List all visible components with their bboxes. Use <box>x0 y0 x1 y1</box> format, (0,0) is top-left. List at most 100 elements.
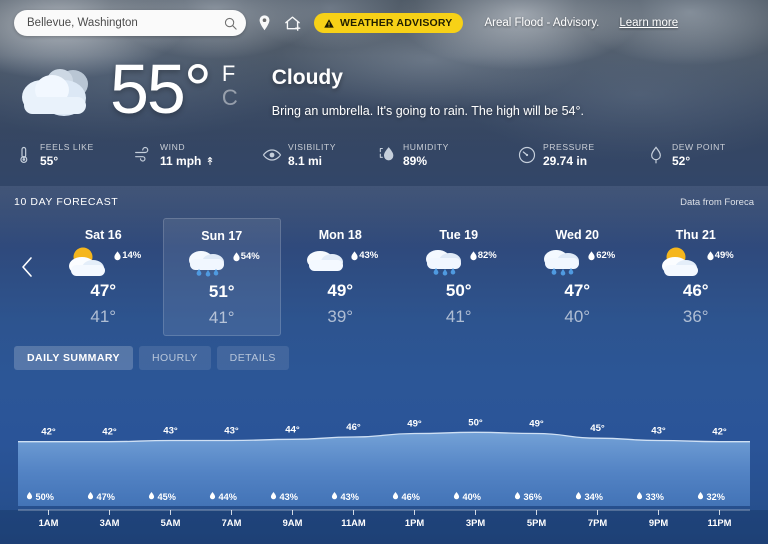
forecast-low: 36° <box>682 307 709 326</box>
hourly-temperature-label: 43° <box>224 426 239 437</box>
hourly-temperature-label: 43° <box>651 426 666 437</box>
condition-title: Cloudy <box>271 66 343 89</box>
hourly-temperature-label: 49° <box>407 419 422 430</box>
forecast-day-label: Thu 21 <box>675 228 716 242</box>
metric-value: 29.74 in <box>543 154 595 168</box>
forecast-low: 40° <box>564 307 591 326</box>
location-pin-icon[interactable] <box>255 12 274 34</box>
metric-value-text: 29.74 in <box>543 154 588 168</box>
search-input[interactable]: Bellevue, Washington <box>27 17 223 29</box>
tab-details[interactable]: DETAILS <box>216 346 289 370</box>
thermometer-icon <box>20 146 28 163</box>
hourly-chart-svg[interactable]: 42° 50% 1AM 42° 47% 3AM 43° 45% 5AM 43° 44% 7AM 44° 4… <box>0 382 768 544</box>
weather-app: Bellevue, Washington WEATHER ADVISORY Ar… <box>0 0 768 544</box>
forecast-precip-value: 43% <box>359 250 379 261</box>
hourly-time-label: 1PM <box>405 517 424 528</box>
advisory-learn-more-link[interactable]: Learn more <box>619 17 678 29</box>
hourly-time-label: 11PM <box>708 517 732 528</box>
rain-cloud-icon <box>188 251 224 277</box>
metric-label: HUMIDITY <box>403 142 449 152</box>
forecast-card-sat-16[interactable]: Sat 16 14% 47° 41° <box>44 218 163 336</box>
chevron-left-icon[interactable] <box>20 255 36 279</box>
hourly-temperature-label: 45° <box>590 423 605 434</box>
wind-icon <box>135 146 149 162</box>
hourly-precip-label: 50% <box>36 492 54 502</box>
hourly-temperature-label: 42° <box>41 427 56 438</box>
forecast-high: 50° <box>445 281 472 300</box>
forecast-card-wed-20[interactable]: Wed 20 62% 47° 40° <box>518 218 637 336</box>
hourly-time-label: 3PM <box>466 517 485 528</box>
search-icon[interactable] <box>223 16 238 31</box>
droplet-icon <box>114 250 121 260</box>
forecast-precip: 14% <box>114 250 141 261</box>
forecast-high: 47° <box>564 281 591 300</box>
condition-block: Cloudy Bring an umbrella. It's going to … <box>272 66 584 118</box>
cloud-icon <box>307 251 344 271</box>
metric-value: 89% <box>403 154 449 168</box>
metric-value-text: 55° <box>40 154 59 168</box>
metric-pressure: PRESSURE 29.74 in <box>517 142 646 178</box>
forecast-icon-row: 14% <box>44 244 163 278</box>
forecast-high: 49° <box>327 281 354 300</box>
forecast-card-tue-19[interactable]: Tue 19 82% 50° 41° <box>400 218 519 336</box>
forecast-precip: 62% <box>588 250 615 261</box>
tab-bar: DAILY SUMMARY HOURLY DETAILS <box>14 346 289 370</box>
hourly-time-label: 7AM <box>222 517 242 528</box>
hourly-time-label: 7PM <box>588 517 607 528</box>
pressure-gauge-icon <box>518 146 536 164</box>
forecast-precip-value: 82% <box>477 250 497 261</box>
sun-cloud-icon <box>69 247 106 276</box>
forecast-high: 46° <box>682 281 709 300</box>
metrics-strip: FEELS LIKE 55° WIND 11 mph ↟ VISIBILITY … <box>0 142 768 178</box>
add-home-icon[interactable] <box>283 12 302 34</box>
metric-value-text: 89% <box>403 154 428 168</box>
forecast-high: 51° <box>208 282 235 301</box>
forecast-icon-row: 54% <box>164 245 281 279</box>
metric-label: VISIBILITY <box>288 142 337 152</box>
tab-daily-summary[interactable]: DAILY SUMMARY <box>14 346 133 370</box>
hourly-time-label: 3AM <box>100 517 120 528</box>
forecast-icon-row: 62% <box>518 244 637 278</box>
forecast-card-sun-17[interactable]: Sun 17 54% 51° 41° <box>162 218 281 336</box>
metric-dew-point: DEW POINT 52° <box>646 142 766 178</box>
forecast-precip-value: 62% <box>596 250 616 261</box>
forecast-day-label: Wed 20 <box>555 228 600 242</box>
current-conditions: 55° F C Cloudy Bring an umbrella. It's g… <box>0 52 768 132</box>
advisory-badge-label: WEATHER ADVISORY <box>340 17 453 29</box>
hourly-precip-label: 33% <box>646 492 664 502</box>
droplet-icon <box>470 250 477 260</box>
forecast-day-label: Sun 17 <box>201 229 243 243</box>
search-box[interactable]: Bellevue, Washington <box>14 10 246 36</box>
weather-advisory-badge[interactable]: WEATHER ADVISORY <box>314 13 464 33</box>
hourly-precip-label: 43% <box>341 492 359 502</box>
app-header: Bellevue, Washington WEATHER ADVISORY Ar… <box>0 0 768 46</box>
wind-direction-arrow-icon: ↟ <box>205 155 215 168</box>
humidity-icon <box>379 147 394 161</box>
hourly-precip-label: 44% <box>219 492 237 502</box>
hourly-precip-label: 40% <box>463 492 481 502</box>
hourly-precip-label: 34% <box>585 492 603 502</box>
metric-visibility: VISIBILITY 8.1 mi <box>262 142 377 178</box>
unit-celsius[interactable]: C <box>222 85 238 110</box>
forecast-card-thu-21[interactable]: Thu 21 49% 46° 36° <box>637 218 756 336</box>
partly-cloudy-icon <box>22 69 88 116</box>
forecast-data-source: Data from Foreca <box>680 197 754 208</box>
metric-label: WIND <box>160 142 186 152</box>
hourly-temperature-label: 50° <box>468 417 483 428</box>
unit-toggle[interactable]: F C <box>222 62 238 110</box>
hourly-temperature-label: 44° <box>285 424 300 435</box>
rain-cloud-icon <box>544 250 580 276</box>
metric-label: FEELS LIKE <box>40 142 94 152</box>
forecast-card-mon-18[interactable]: Mon 18 43% 49° 39° <box>281 218 400 336</box>
droplet-icon <box>707 250 714 260</box>
metric-feels-like: FEELS LIKE 55° <box>0 142 134 178</box>
hourly-temperature-label: 46° <box>346 422 361 433</box>
tab-hourly[interactable]: HOURLY <box>138 346 211 370</box>
hourly-temperature-label: 49° <box>529 419 544 430</box>
hourly-temperature-label: 42° <box>102 427 117 438</box>
droplet-icon <box>351 250 358 260</box>
metric-value: 55° <box>40 154 94 168</box>
unit-fahrenheit[interactable]: F <box>222 62 238 86</box>
advisory-description: Areal Flood - Advisory. <box>484 17 600 29</box>
hourly-temperature-chart[interactable]: 42° 50% 1AM 42° 47% 3AM 43° 45% 5AM 43° 44% 7AM 44° 4… <box>0 382 768 544</box>
